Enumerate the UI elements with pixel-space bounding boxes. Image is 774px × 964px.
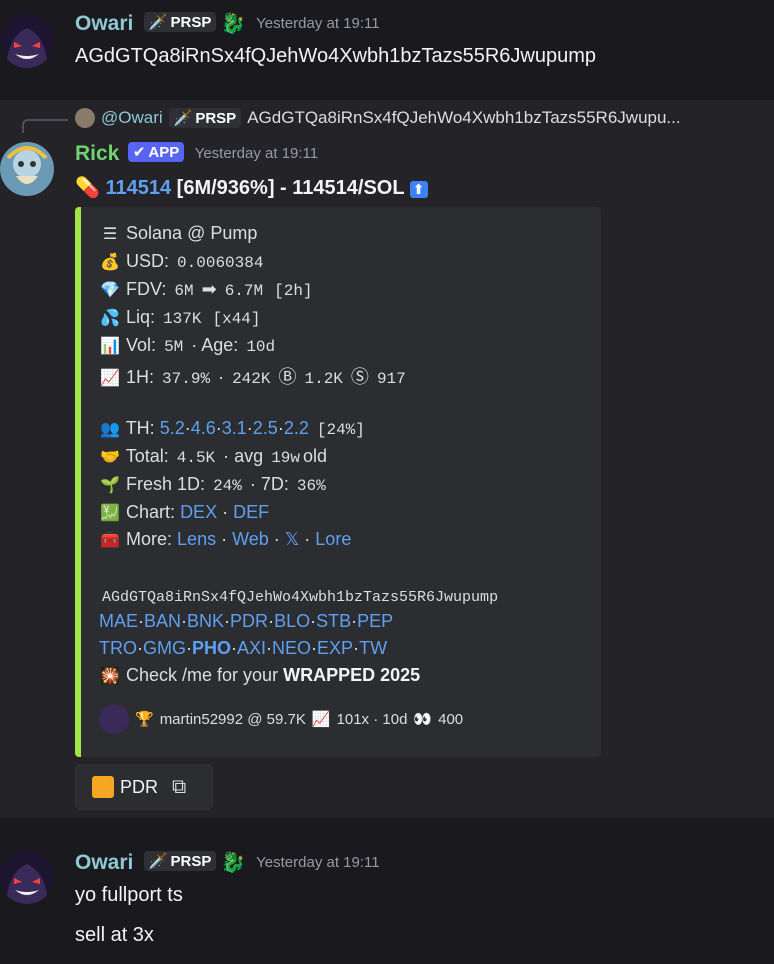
- seedling-icon: 🌱: [100, 477, 120, 494]
- bar-chart-icon: 📊: [100, 338, 120, 355]
- embed-footer: 🏆 martin52992 @ 59.7K 📈 101x · 10d 👀 400: [99, 704, 463, 734]
- fdv-row: 💎 FDV: 6M ➡ 6.7M [2h]: [99, 279, 316, 300]
- more-link-web[interactable]: Web: [232, 529, 269, 549]
- external-link-icon: ⧉: [172, 775, 187, 798]
- message-owari-2: Owari 🗡️ PRSP 🐉 Yesterday at 19:11 yo ful…: [0, 838, 774, 964]
- bot-link[interactable]: PHO: [192, 638, 231, 658]
- th-link[interactable]: 2.5: [253, 418, 278, 438]
- solana-icon: ☰: [102, 226, 118, 243]
- th-link[interactable]: 5.2: [160, 418, 185, 438]
- wrapped-row: 🎇 Check /me for your WRAPPED 2025: [100, 665, 421, 685]
- yen-chart-icon: 💹: [100, 505, 120, 522]
- bot-link[interactable]: STB: [316, 611, 351, 631]
- reply-preview[interactable]: @Owari 🗡️ PRSP AGdGTQa8iRnSx4fQJehWo4Xwbh…: [75, 108, 681, 128]
- reply-role-badge: 🗡️ PRSP: [168, 108, 242, 128]
- username[interactable]: Owari: [75, 12, 133, 35]
- bot-link[interactable]: PEP: [357, 611, 393, 631]
- dragon-icon: 🐉: [220, 852, 246, 874]
- sword-icon: 🗡️: [148, 853, 168, 870]
- username[interactable]: Rick: [75, 142, 119, 165]
- bot-link[interactable]: GMG: [143, 638, 186, 658]
- chart-row: 💹 Chart: DEX · DEF: [100, 502, 270, 522]
- hour-row: 📈 1H: 37.9% · 242K Ⓑ 1.2K Ⓢ 917: [99, 363, 409, 389]
- trend-up-icon: 📈: [311, 711, 331, 728]
- footer-avatar: [99, 704, 129, 734]
- check-icon: ✔: [132, 144, 146, 161]
- role-badge[interactable]: 🗡️ PRSP: [143, 851, 217, 871]
- reply-connector: [22, 119, 68, 133]
- chart-link-dex[interactable]: DEX: [180, 502, 217, 522]
- reply-text[interactable]: AGdGTQa8iRnSx4fQJehWo4Xwbh1bzTazs55R6Jwu…: [247, 108, 680, 128]
- th-link[interactable]: 4.6: [191, 418, 216, 438]
- pill-icon: 💊: [75, 177, 100, 199]
- avatar[interactable]: [0, 14, 54, 68]
- th-link[interactable]: 3.1: [222, 418, 247, 438]
- contract-address[interactable]: AGdGTQa8iRnSx4fQJehWo4Xwbh1bzTazs55R6Jwu…: [99, 589, 502, 606]
- chain-row: ☰ Solana @ Pump: [99, 223, 258, 244]
- bot-link[interactable]: NEO: [272, 638, 311, 658]
- bot-link[interactable]: AXI: [237, 638, 266, 658]
- bot-link[interactable]: TRO: [99, 638, 137, 658]
- avatar[interactable]: [0, 850, 54, 904]
- vol-row: 📊 Vol: 5M · Age: 10d: [99, 335, 279, 356]
- sells-icon: Ⓢ: [350, 367, 369, 387]
- orange-square-icon: [92, 776, 114, 798]
- chart-link-def[interactable]: DEF: [233, 502, 269, 522]
- headline: 💊 114514 [6M/936%] - 114514/SOL ⬆: [75, 175, 428, 200]
- avatar[interactable]: [0, 142, 54, 196]
- bots-row-2: TRO·GMG·PHO·AXI·NEO·EXP·TW: [99, 638, 388, 658]
- eyes-icon: 👀: [413, 711, 433, 728]
- bot-link[interactable]: BAN: [144, 611, 181, 631]
- usd-row: 💰 USD: 0.0060384: [99, 251, 267, 272]
- reply-avatar: [75, 108, 95, 128]
- money-bag-icon: 💰: [100, 254, 120, 271]
- holders-icon: 👥: [100, 421, 120, 438]
- fresh-row: 🌱 Fresh 1D: 24% · 7D: 36%: [99, 474, 329, 495]
- arrow-up-icon: ⬆: [409, 181, 428, 198]
- pdr-link-button[interactable]: PDR ⧉: [75, 764, 213, 810]
- liq-row: 💦 Liq: 137K [x44]: [99, 307, 264, 328]
- trophy-icon: 🏆: [135, 711, 154, 728]
- address-row: AGdGTQa8iRnSx4fQJehWo4Xwbh1bzTazs55R6Jwu…: [99, 585, 502, 606]
- bot-link[interactable]: TW: [359, 638, 387, 658]
- username[interactable]: Owari: [75, 851, 133, 874]
- message-text: sell at 3x: [75, 924, 154, 946]
- bots-row-1: MAE·BAN·BNK·PDR·BLO·STB·PEP: [99, 611, 394, 631]
- arrow-right-icon: ➡: [201, 279, 217, 299]
- token-embed: ☰ Solana @ Pump 💰 USD: 0.0060384 💎 FDV: …: [75, 207, 601, 757]
- th-row: 👥 TH: 5.2·4.6·3.1·2.5·2.2 [24%]: [99, 418, 368, 439]
- dragon-icon: 🐉: [220, 13, 246, 35]
- bot-link[interactable]: EXP: [317, 638, 353, 658]
- timestamp[interactable]: Yesterday at 19:11: [195, 145, 318, 162]
- more-link-lens[interactable]: Lens: [177, 529, 216, 549]
- bot-link[interactable]: MAE: [99, 611, 138, 631]
- timestamp[interactable]: Yesterday at 19:11: [256, 854, 379, 871]
- app-badge[interactable]: ✔ APP: [127, 142, 185, 162]
- message-text: AGdGTQa8iRnSx4fQJehWo4Xwbh1bzTazs55R6Jwu…: [75, 45, 596, 67]
- sword-icon: 🗡️: [173, 110, 193, 127]
- message-owari-1: Owari 🗡️ PRSP 🐉 Yesterday at 19:11 AGdGTQ…: [0, 0, 774, 100]
- role-badge[interactable]: 🗡️ PRSP: [143, 12, 217, 32]
- gem-icon: 💎: [100, 282, 120, 299]
- timestamp[interactable]: Yesterday at 19:11: [256, 15, 379, 32]
- bot-link[interactable]: PDR: [230, 611, 268, 631]
- reply-username[interactable]: @Owari: [101, 108, 163, 128]
- droplets-icon: 💦: [100, 310, 120, 327]
- more-link-lore[interactable]: Lore: [315, 529, 351, 549]
- total-row: 🤝 Total: 4.5K · avg 19w old: [100, 446, 328, 467]
- ticker-link[interactable]: 114514: [105, 177, 171, 199]
- more-row: 🧰 More: Lens · Web · 𝕏 · Lore: [100, 529, 352, 549]
- bot-link[interactable]: BNK: [187, 611, 224, 631]
- handshake-icon: 🤝: [100, 449, 120, 466]
- headline-text: [6M/936%] - 114514/SOL: [171, 177, 405, 199]
- trend-up-icon: 📈: [100, 370, 120, 387]
- buys-icon: Ⓑ: [278, 367, 297, 387]
- sparkle-icon: 🎇: [100, 668, 120, 685]
- th-link[interactable]: 2.2: [284, 418, 309, 438]
- sword-icon: 🗡️: [148, 14, 168, 31]
- message-text: yo fullport ts: [75, 884, 183, 906]
- toolbox-icon: 🧰: [100, 532, 120, 549]
- more-link-x[interactable]: 𝕏: [285, 529, 300, 549]
- bot-link[interactable]: BLO: [274, 611, 310, 631]
